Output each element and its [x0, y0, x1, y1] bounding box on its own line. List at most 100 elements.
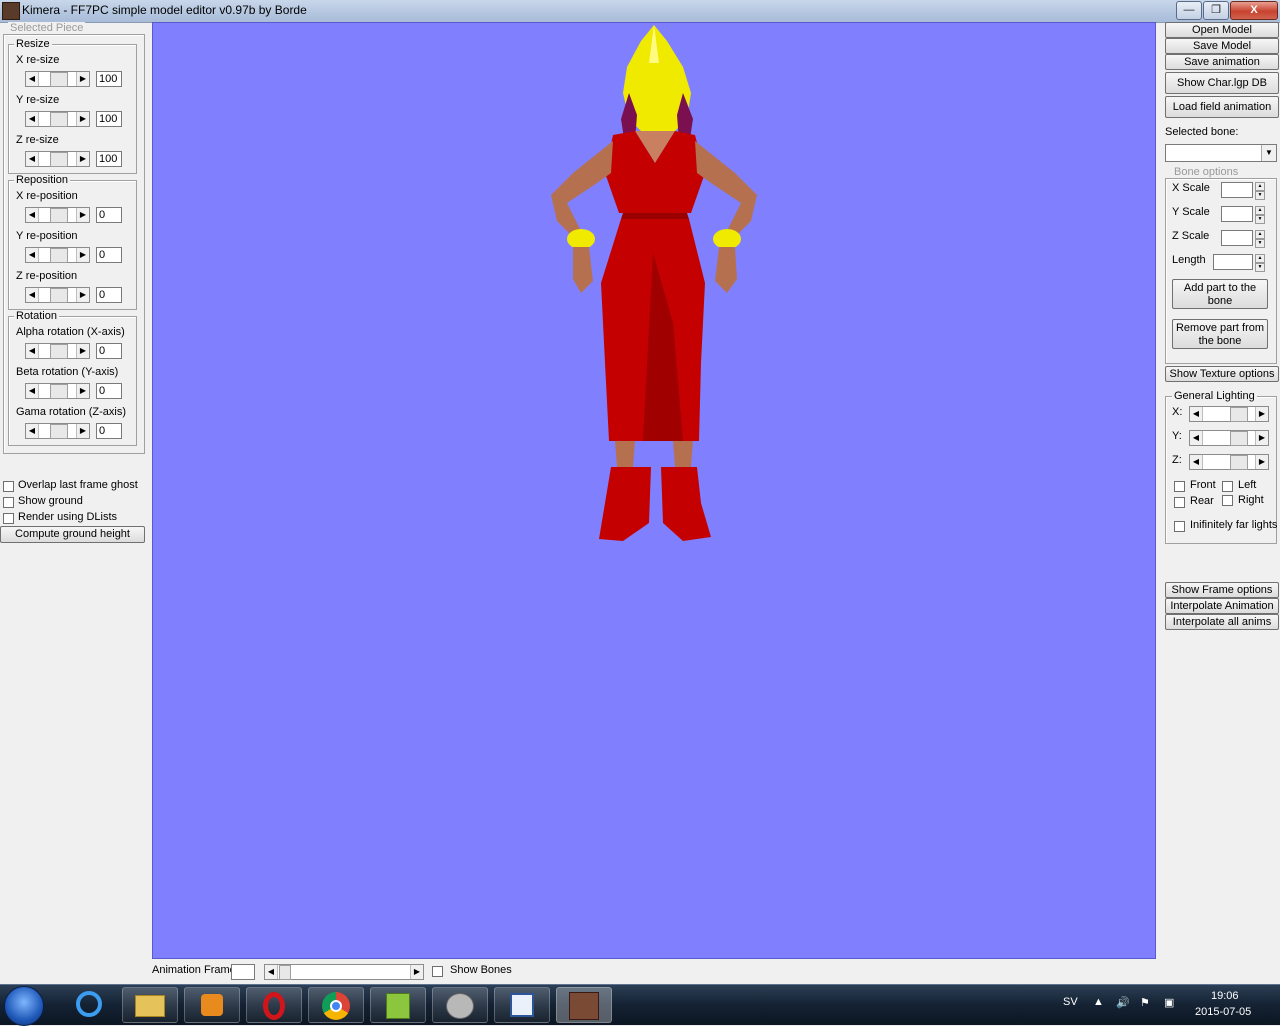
3d-viewport[interactable]: [152, 22, 1156, 959]
z-reposition-slider[interactable]: ◀ ▶: [25, 287, 90, 303]
animation-frame-input[interactable]: [231, 964, 255, 980]
y-resize-slider[interactable]: ◀ ▶: [25, 111, 90, 127]
z-resize-input[interactable]: 100: [96, 151, 122, 167]
network-icon[interactable]: ▣: [1164, 996, 1174, 1009]
render-dlists-checkbox[interactable]: [3, 513, 14, 524]
slider-thumb[interactable]: [50, 248, 68, 263]
action-center-icon[interactable]: ⚑: [1140, 996, 1150, 1009]
arrow-right-icon[interactable]: ▶: [76, 248, 89, 262]
spin-down-icon[interactable]: ▼: [1255, 215, 1265, 224]
media-player-icon[interactable]: [184, 987, 240, 1023]
arrow-right-icon[interactable]: ▶: [1255, 455, 1268, 469]
x-resize-input[interactable]: 100: [96, 71, 122, 87]
show-bones-checkbox[interactable]: [432, 966, 443, 977]
show-ground-checkbox[interactable]: [3, 497, 14, 508]
arrow-right-icon[interactable]: ▶: [76, 384, 89, 398]
arrow-right-icon[interactable]: ▶: [1255, 431, 1268, 445]
notepad-icon[interactable]: [370, 987, 426, 1023]
front-light-checkbox[interactable]: [1174, 481, 1185, 492]
word-icon[interactable]: [494, 987, 550, 1023]
remove-part-button[interactable]: Remove part from the bone: [1172, 319, 1268, 349]
arrow-left-icon[interactable]: ◀: [26, 152, 39, 166]
arrow-right-icon[interactable]: ▶: [76, 344, 89, 358]
spin-up-icon[interactable]: ▲: [1255, 254, 1265, 263]
spin-up-icon[interactable]: ▲: [1255, 206, 1265, 215]
z-reposition-input[interactable]: 0: [96, 287, 122, 303]
beta-rotation-slider[interactable]: ◀ ▶: [25, 383, 90, 399]
y-scale-input[interactable]: [1221, 206, 1253, 222]
clock-date[interactable]: 2015-07-05: [1195, 1006, 1251, 1018]
spin-down-icon[interactable]: ▼: [1255, 191, 1265, 200]
rear-light-checkbox[interactable]: [1174, 497, 1185, 508]
slider-thumb[interactable]: [50, 208, 68, 223]
speaker-icon[interactable]: 🔊: [1116, 996, 1130, 1009]
light-x-slider[interactable]: ◀ ▶: [1189, 406, 1269, 422]
spin-up-icon[interactable]: ▲: [1255, 182, 1265, 191]
slider-thumb[interactable]: [50, 288, 68, 303]
alpha-rotation-input[interactable]: 0: [96, 343, 122, 359]
y-reposition-slider[interactable]: ◀ ▶: [25, 247, 90, 263]
z-scale-input[interactable]: [1221, 230, 1253, 246]
show-frame-options-button[interactable]: Show Frame options: [1165, 582, 1279, 598]
minimize-button[interactable]: —: [1176, 1, 1202, 20]
slider-thumb[interactable]: [50, 72, 68, 87]
show-char-lgp-button[interactable]: Show Char.lgp DB: [1165, 72, 1279, 94]
maximize-button[interactable]: ❐: [1203, 1, 1229, 20]
left-light-checkbox[interactable]: [1222, 481, 1233, 492]
arrow-right-icon[interactable]: ▶: [76, 424, 89, 438]
arrow-right-icon[interactable]: ▶: [76, 72, 89, 86]
interpolate-all-anims-button[interactable]: Interpolate all anims: [1165, 614, 1279, 630]
arrow-right-icon[interactable]: ▶: [1255, 407, 1268, 421]
load-field-animation-button[interactable]: Load field animation: [1165, 96, 1279, 118]
arrow-left-icon[interactable]: ◀: [26, 72, 39, 86]
slider-thumb[interactable]: [279, 965, 291, 980]
compute-ground-button[interactable]: Compute ground height: [0, 526, 145, 543]
add-part-button[interactable]: Add part to the bone: [1172, 279, 1268, 309]
clock-time[interactable]: 19:06: [1211, 990, 1239, 1002]
slider-thumb[interactable]: [50, 344, 68, 359]
show-texture-options-button[interactable]: Show Texture options: [1165, 366, 1279, 382]
selected-bone-select[interactable]: ▼: [1165, 144, 1277, 162]
arrow-left-icon[interactable]: ◀: [1190, 407, 1203, 421]
light-z-slider[interactable]: ◀ ▶: [1189, 454, 1269, 470]
close-button[interactable]: X: [1230, 1, 1278, 20]
start-button[interactable]: [4, 986, 44, 1026]
arrow-left-icon[interactable]: ◀: [26, 112, 39, 126]
arrow-left-icon[interactable]: ◀: [26, 208, 39, 222]
kimera-icon[interactable]: [556, 987, 612, 1023]
arrow-left-icon[interactable]: ◀: [26, 288, 39, 302]
chevron-down-icon[interactable]: ▼: [1261, 145, 1276, 161]
alpha-rotation-slider[interactable]: ◀ ▶: [25, 343, 90, 359]
arrow-left-icon[interactable]: ◀: [26, 384, 39, 398]
x-resize-slider[interactable]: ◀ ▶: [25, 71, 90, 87]
language-indicator[interactable]: SV: [1063, 996, 1078, 1008]
gama-rotation-input[interactable]: 0: [96, 423, 122, 439]
spin-down-icon[interactable]: ▼: [1255, 263, 1265, 272]
z-resize-slider[interactable]: ◀ ▶: [25, 151, 90, 167]
arrow-left-icon[interactable]: ◀: [26, 344, 39, 358]
slider-thumb[interactable]: [50, 424, 68, 439]
x-reposition-input[interactable]: 0: [96, 207, 122, 223]
arrow-right-icon[interactable]: ▶: [76, 288, 89, 302]
chrome-icon[interactable]: [308, 987, 364, 1023]
arrow-left-icon[interactable]: ◀: [1190, 455, 1203, 469]
y-reposition-input[interactable]: 0: [96, 247, 122, 263]
arrow-right-icon[interactable]: ▶: [76, 208, 89, 222]
save-animation-button[interactable]: Save animation: [1165, 54, 1279, 70]
arrow-left-icon[interactable]: ◀: [26, 248, 39, 262]
download-manager-icon[interactable]: [432, 987, 488, 1023]
gama-rotation-slider[interactable]: ◀ ▶: [25, 423, 90, 439]
open-model-button[interactable]: Open Model: [1165, 22, 1279, 38]
slider-thumb[interactable]: [50, 152, 68, 167]
file-explorer-icon[interactable]: [122, 987, 178, 1023]
animation-frame-slider[interactable]: ◀ ▶: [264, 964, 424, 980]
slider-thumb[interactable]: [1230, 407, 1248, 422]
save-model-button[interactable]: Save Model: [1165, 38, 1279, 54]
y-resize-input[interactable]: 100: [96, 111, 122, 127]
arrow-left-icon[interactable]: ◀: [1190, 431, 1203, 445]
slider-thumb[interactable]: [1230, 431, 1248, 446]
overlap-ghost-checkbox[interactable]: [3, 481, 14, 492]
slider-thumb[interactable]: [1230, 455, 1248, 470]
arrow-right-icon[interactable]: ▶: [410, 965, 423, 979]
spin-down-icon[interactable]: ▼: [1255, 239, 1265, 248]
